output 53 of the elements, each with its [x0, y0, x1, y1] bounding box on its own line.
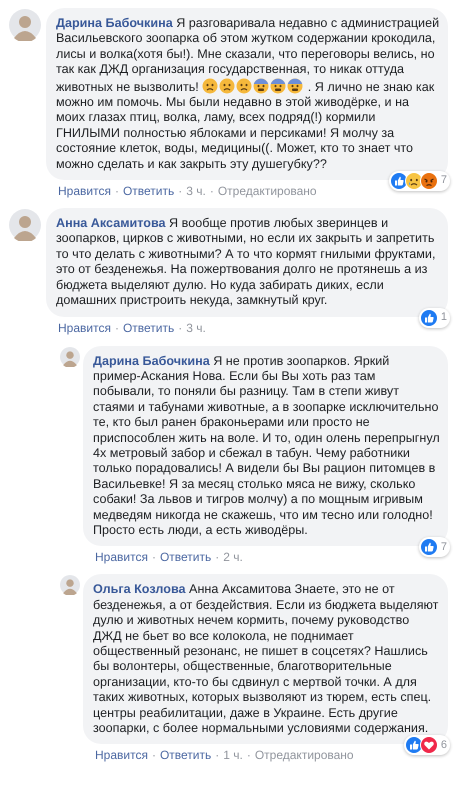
separator-dot: ·: [215, 747, 220, 764]
timestamp[interactable]: 2 ч.: [223, 549, 243, 566]
author-name[interactable]: Анна Аксамитова: [56, 216, 166, 230]
timestamp[interactable]: 3 ч.: [186, 320, 206, 336]
frowning-face-icon: [219, 78, 236, 94]
comment-text: Дарина Бабочкина Я не против зоопарков. Яркий пример-Аскания Нова. Если бы Вы хоть раз там побывали, то поняли бы разницу. Там в степи живут стаями и табунами животные, а в зоопарке исключительно те, кто был ранен браконьерами или просто не приспособлен жить на воле. И то, один олень перепрыгнул 4х метровый забор и сбежал в табун. Чему работники только порадовались! А видели бы Вы рацион питомцев в Васильевке! Я за месяц столько мяса не вижу, сколько собаки! За львов и тигров молчу) а по мощным игривым медведям никогда не скажешь, что им тесно или голодно! Просто есть люди, а есть живодёры.: [93, 354, 440, 538]
avatar[interactable]: [9, 209, 41, 242]
angry-face-icon: [420, 172, 438, 190]
reactions-badge[interactable]: 7: [418, 537, 450, 558]
reactions-badge[interactable]: 1: [418, 308, 450, 328]
reactions-badge[interactable]: 6: [404, 735, 450, 756]
action-link[interactable]: Ответить: [122, 183, 174, 200]
action-link[interactable]: Ответить: [160, 747, 212, 764]
reaction-count: 6: [440, 738, 447, 753]
reaction-count: 1: [440, 310, 447, 325]
author-name[interactable]: Ольга Козлова: [93, 582, 186, 596]
anxious-face-icon: [253, 78, 270, 94]
action-link[interactable]: Ответить: [160, 549, 212, 566]
edited-note: Отредактировано: [254, 747, 354, 764]
separator-dot: ·: [178, 183, 182, 200]
comment-text: Дарина Бабочкина Я разговаривала недавно с администрацией Васильевского зоопарка об этом жутком содержании крокодила, лисы и волка(хотя бы!). Мне сказали, что переговоры велись, но так как ДЖД организация государственная, то никак оттуда животных не вызволить! . Я лично не знаю как можно им помочь. Мы были недавно в этой живодёрке, и на моих глазах птиц, волка, ламу, всех подряд(!) кормили ГНИЛЫМИ полностью яблоками и персиками! Я молчу за состояние клеток, воды, медицины((. Может, кто то знает что можно сделать и как закрыть эту душегубку??: [56, 16, 440, 172]
separator-dot: ·: [114, 320, 119, 336]
separator-dot: ·: [152, 549, 156, 566]
reaction-count: 7: [440, 540, 447, 555]
avatar[interactable]: [60, 346, 80, 366]
separator-dot: ·: [114, 183, 119, 200]
separator-dot: ·: [152, 747, 156, 764]
timestamp[interactable]: 1 ч.: [223, 747, 243, 764]
action-link[interactable]: Ответить: [122, 320, 174, 336]
author-name[interactable]: Дарина Бабочкина: [56, 16, 173, 30]
thumbs-up-icon: [420, 538, 438, 556]
frowning-face-icon: [236, 78, 252, 94]
separator-dot: ·: [215, 549, 220, 566]
separator-dot: ·: [178, 320, 182, 336]
avatar[interactable]: [60, 575, 80, 596]
reactions-badge[interactable]: 7: [388, 171, 450, 192]
action-link[interactable]: Нравится: [95, 549, 148, 566]
frowning-face-icon: [202, 78, 218, 94]
edited-note: Отредактировано: [218, 183, 317, 200]
anxious-face-icon: [270, 78, 286, 94]
action-link[interactable]: Нравится: [58, 320, 111, 336]
action-link[interactable]: Нравится: [58, 183, 111, 200]
avatar[interactable]: [9, 9, 41, 41]
comment-text: Анна Аксамитова Я вообще против любых зверинцев и зоопарков, цирков с животными, но если их закрыть и запретить то что делать с животными? А то что кормят гнилыми фруктами, это от безденежья. На пожертвования долго не протянешь а из бюджета выделяют дулю. Но куда забирать диких, если домашних пристроить некуда, замкнутый круг.: [56, 216, 436, 308]
reaction-count: 7: [440, 173, 447, 188]
separator-dot: ·: [210, 183, 214, 200]
separator-dot: ·: [246, 747, 251, 764]
thumbs-up-icon: [420, 308, 438, 326]
comment-text: Ольга Козлова Анна Аксамитова Знаете, это не от безденежья, а от бездействия. Если из бюджета выделяют дулю и животных нечем кормить, почему руководство ДЖД не бьет во все колокола, не поднимает общественный резонанс, не пишет в соцсетях? Нашлись бы волонтеры, общественные, благотворительные организации, кто-то бы сдвинул с мертвой точки. А для таких животных, которых вызволяют из тюрем, есть спец. центры реабилитации, даже в Украине. Есть другие зоопарки, с более нормальными условиями содержания.: [93, 582, 440, 736]
action-link[interactable]: Нравится: [95, 747, 148, 764]
anxious-face-icon: [287, 78, 304, 94]
timestamp[interactable]: 3 ч.: [186, 183, 206, 200]
author-name[interactable]: Дарина Бабочкина: [93, 354, 210, 368]
